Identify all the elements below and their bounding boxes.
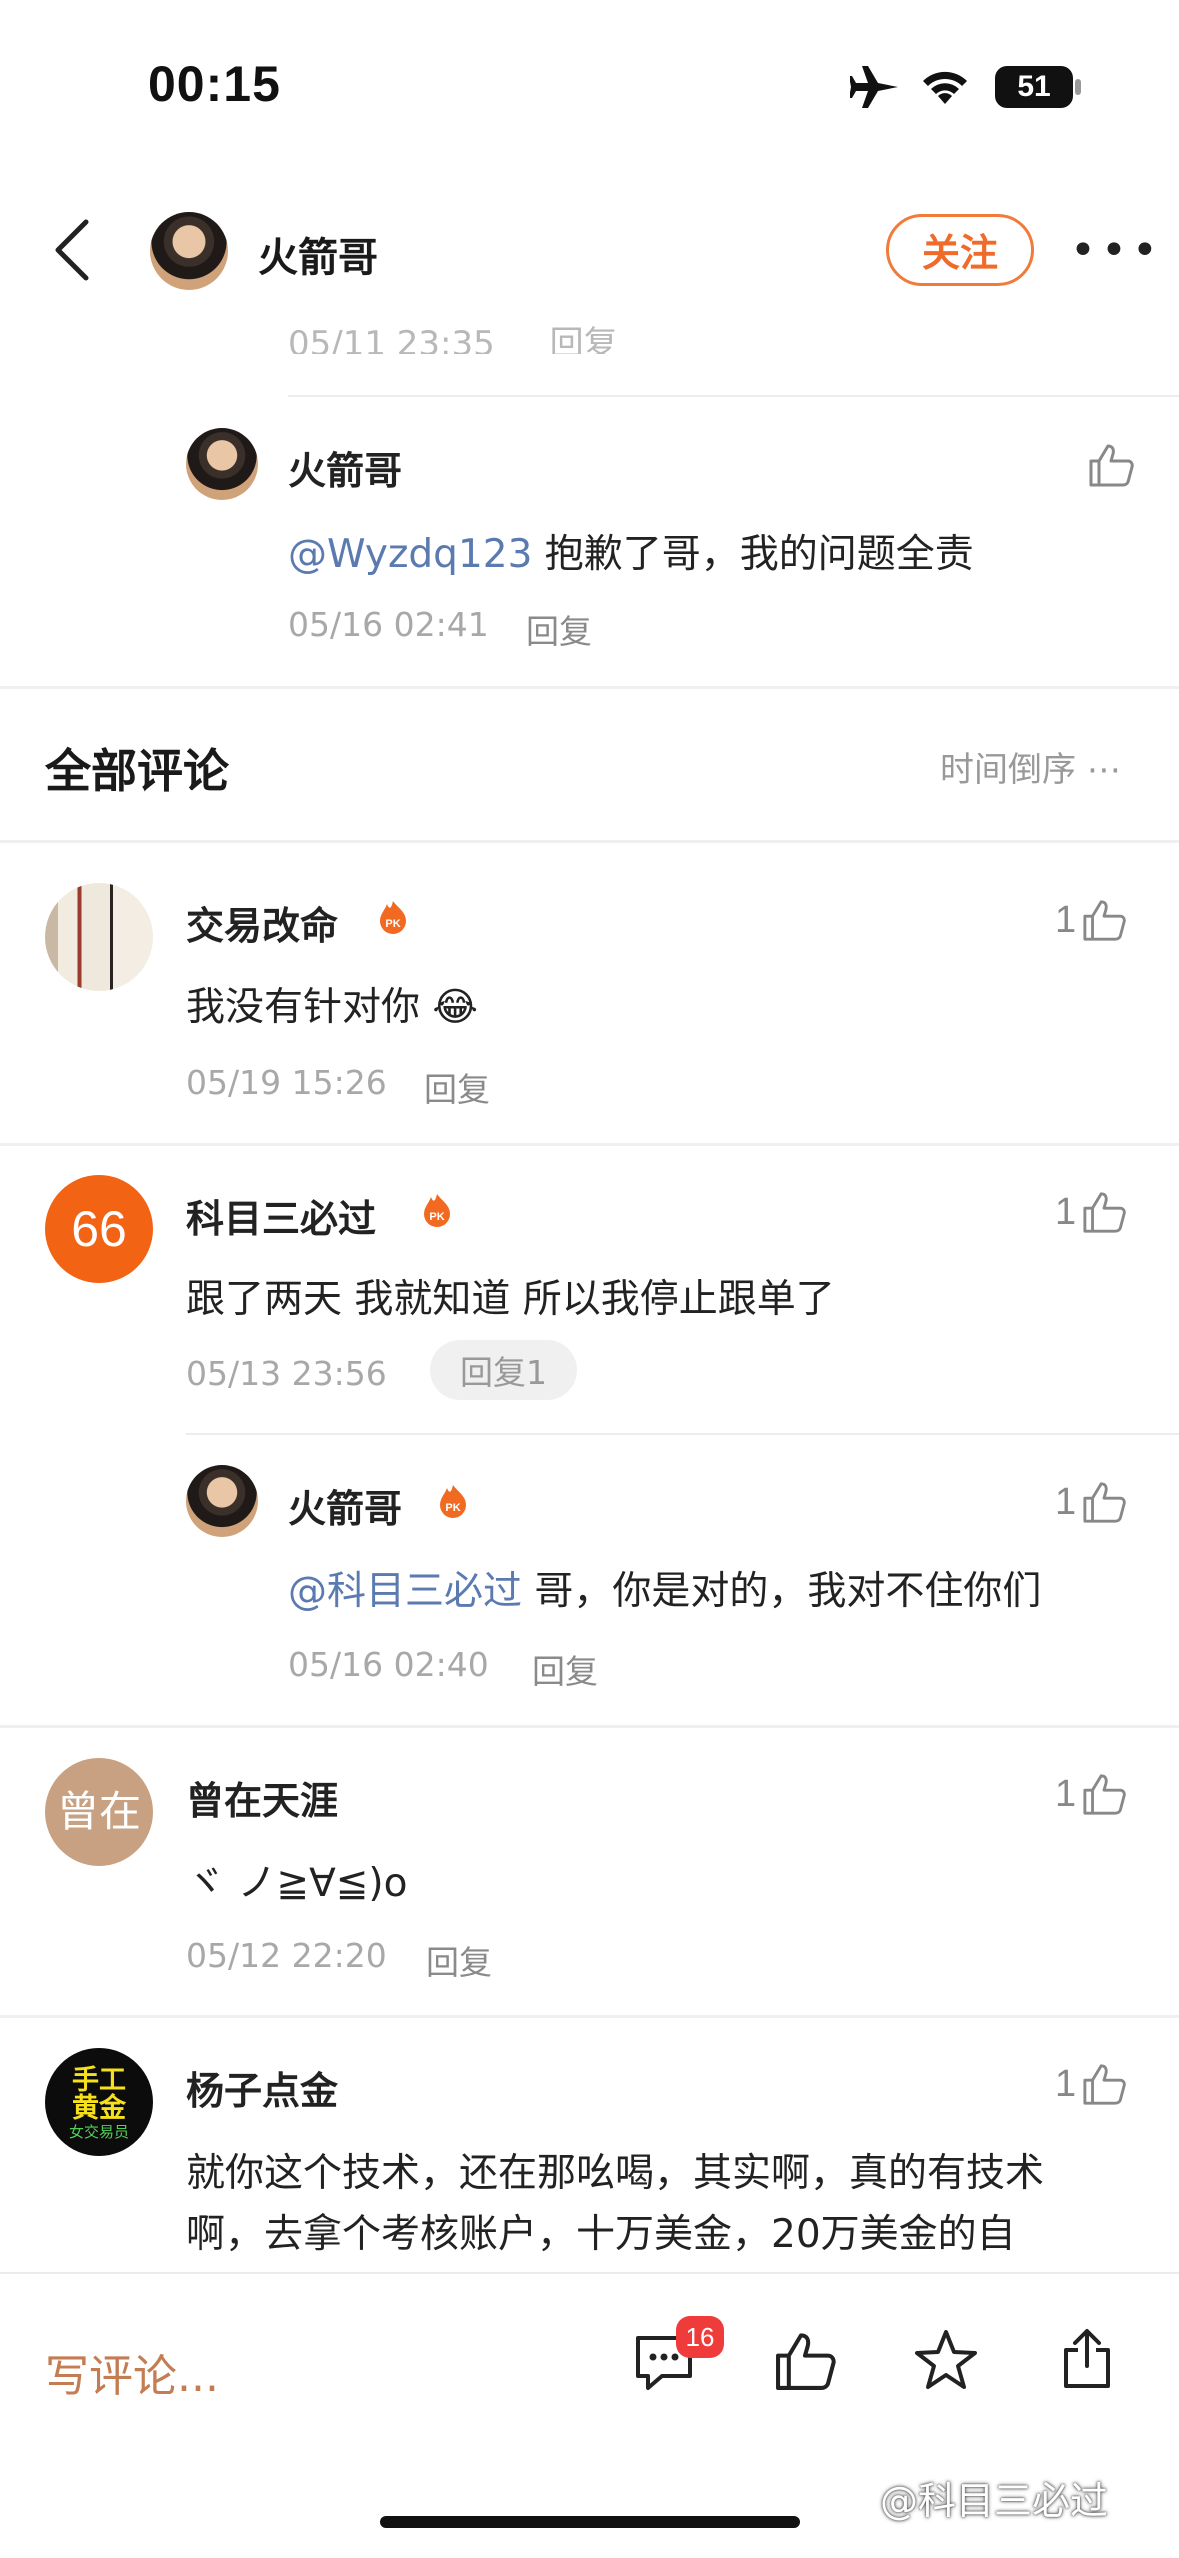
like-icon[interactable] (1088, 442, 1134, 488)
divider (186, 1433, 1179, 1435)
all-comments-title: 全部评论 (45, 744, 229, 798)
pk-badge-icon: PK (424, 1194, 450, 1227)
laughing-tears-emoji: 😂 (432, 985, 478, 1030)
wifi-icon (923, 71, 967, 104)
clipped-reply-time: 05/11 23:35 (288, 324, 495, 354)
like-control[interactable]: 1 (1055, 2062, 1126, 2106)
write-comment-input[interactable]: 写评论... (45, 2340, 219, 2404)
reply-link[interactable]: 回复 (424, 1063, 490, 1111)
status-time: 00:15 (148, 56, 281, 112)
comment-avatar[interactable] (45, 883, 153, 991)
battery-indicator: 51 (995, 66, 1073, 108)
like-count: 1 (1055, 1190, 1077, 1233)
airplane-mode-icon (850, 66, 898, 108)
comment-time: 05/12 22:20 (186, 1936, 387, 1975)
reply-body: 哥，你是对的，我对不住你们 (522, 1569, 1042, 1614)
clipped-reply-link[interactable]: 回复 (550, 324, 618, 354)
like-post-icon[interactable] (774, 2330, 836, 2392)
svg-text:PK: PK (445, 1502, 460, 1514)
comment-body: 我没有针对你 (186, 985, 421, 1030)
comment-text: 我没有针对你 😂 (186, 976, 478, 1032)
avatar-text-line: 女交易员 (68, 2124, 129, 2141)
divider (288, 395, 1179, 397)
more-dots-icon[interactable]: ⋯ (1076, 750, 1121, 790)
sort-label[interactable]: 时间倒序 (940, 750, 1076, 790)
follow-button[interactable]: 关注 (886, 214, 1034, 286)
reply-time: 05/16 02:40 (288, 1645, 489, 1684)
comment-author-name[interactable]: 曾在天涯 (186, 1770, 338, 1825)
comment-avatar[interactable]: 手工 黄金 女交易员 (45, 2048, 153, 2156)
share-icon[interactable] (1058, 2326, 1116, 2392)
svg-text:PK: PK (429, 1211, 444, 1223)
comment-author-name[interactable]: 交易改命 (186, 895, 338, 950)
svg-text:PK: PK (385, 918, 400, 930)
favorite-star-icon[interactable] (913, 2328, 979, 2392)
pk-badge-icon: PK (380, 901, 406, 934)
author-name[interactable]: 火箭哥 (258, 225, 378, 283)
comment-text-line: 啊，去拿个考核账户，十万美金，20万美金的自 (186, 2212, 1016, 2257)
comment-avatar[interactable]: 曾在 (45, 1758, 153, 1866)
reply-link[interactable]: 回复 (532, 1645, 598, 1693)
like-icon[interactable] (1082, 1772, 1126, 1816)
like-icon[interactable] (1082, 1190, 1126, 1234)
like-control[interactable]: 1 (1055, 1772, 1126, 1816)
reply-time: 05/16 02:41 (288, 605, 489, 644)
pk-badge-icon: PK (440, 1485, 466, 1518)
reply-text: @Wyzdq123 抱歉了哥，我的问题全责 (288, 523, 974, 579)
reply-avatar[interactable] (186, 1465, 258, 1537)
section-divider (0, 686, 1179, 689)
view-replies-button[interactable]: 回复1 (430, 1340, 577, 1400)
comment-divider (0, 2015, 1179, 2018)
comment-text: 跟了两天 我就知道 所以我停止跟单了 (186, 1277, 835, 1322)
battery-tip (1075, 79, 1081, 95)
reply-mention-link[interactable]: @科目三必过 (288, 1569, 522, 1614)
reply-author-name[interactable]: 火箭哥 (288, 440, 402, 495)
reply-body: 抱歉了哥，我的问题全责 (532, 532, 974, 577)
like-count: 1 (1055, 1772, 1077, 1815)
like-count: 1 (1055, 2062, 1077, 2105)
more-options-icon[interactable]: ••• (1070, 229, 1163, 273)
reply-link[interactable]: 回复 (526, 605, 592, 653)
comment-text: ヾ ノ≧∀≦)o (186, 1861, 408, 1906)
avatar-text-line: 黄金 (72, 2093, 126, 2123)
home-indicator[interactable] (380, 2516, 800, 2528)
reply-mention-link[interactable]: @Wyzdq123 (288, 532, 532, 577)
back-arrow-icon[interactable] (52, 218, 92, 282)
comment-author-name[interactable]: 杨子点金 (186, 2060, 338, 2115)
comment-text-line: 就你这个技术，还在那吆喝，其实啊，真的有技术 (186, 2151, 1045, 2196)
like-icon[interactable] (1082, 2062, 1126, 2106)
watermark: @科目三必过 (880, 2479, 1109, 2523)
like-control[interactable]: 1 (1055, 1190, 1126, 1234)
comment-divider (0, 1143, 1179, 1146)
comment-divider (0, 1725, 1179, 1728)
comment-avatar[interactable]: 66 (45, 1175, 153, 1283)
reply-text: @科目三必过 哥，你是对的，我对不住你们 (288, 1560, 1041, 1616)
section-divider (0, 840, 1179, 843)
like-icon[interactable] (1082, 898, 1126, 942)
like-control[interactable]: 1 (1055, 898, 1126, 942)
reply-avatar[interactable] (186, 428, 258, 500)
like-icon[interactable] (1082, 1480, 1126, 1524)
comment-author-name[interactable]: 科目三必过 (186, 1188, 376, 1243)
reply-author-name[interactable]: 火箭哥 (288, 1478, 402, 1533)
clipped-reply-meta: 05/11 23:35 回复 (288, 316, 618, 354)
comment-count-badge: 16 (676, 2316, 724, 2358)
author-avatar[interactable] (150, 212, 228, 290)
like-count: 1 (1055, 1480, 1077, 1523)
sort-toggle[interactable]: 时间倒序 ⋯ (940, 742, 1121, 791)
like-control[interactable]: 1 (1055, 1480, 1126, 1524)
comment-time: 05/19 15:26 (186, 1063, 387, 1102)
avatar-text-line: 手工 (72, 2065, 126, 2095)
like-count: 1 (1055, 898, 1077, 941)
reply-link[interactable]: 回复 (426, 1936, 492, 1984)
comment-time: 05/13 23:56 (186, 1354, 387, 1393)
